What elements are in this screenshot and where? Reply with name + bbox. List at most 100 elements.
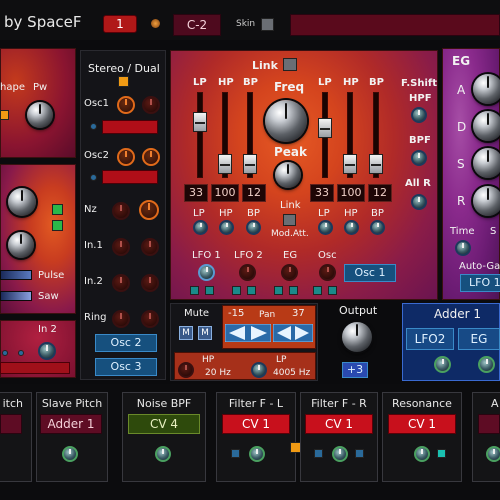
skin-toggle[interactable] [261, 18, 274, 31]
osc2-bar [102, 170, 158, 184]
eg-d-knob[interactable] [473, 111, 500, 141]
route-led-6[interactable] [289, 286, 298, 295]
a-knob[interactable] [486, 446, 500, 462]
filter-r-led-2[interactable] [355, 449, 364, 458]
bp-knob-label-right: BP [371, 208, 384, 219]
bpf-knob[interactable] [411, 150, 427, 166]
link-toggle[interactable] [283, 58, 297, 71]
in2-led-1 [2, 350, 8, 356]
hp-knob-label-left: HP [219, 208, 233, 219]
mute-left-button[interactable]: M [179, 326, 193, 340]
stereo-dual-toggle[interactable] [118, 76, 129, 87]
route-led-8[interactable] [328, 286, 337, 295]
preset-number-display[interactable]: 1 [103, 15, 137, 33]
pan-right-arrow-icon[interactable] [273, 324, 313, 342]
osc1-button[interactable]: Osc 1 [344, 264, 396, 282]
in2-knob-2[interactable] [141, 274, 159, 292]
filter-l-title: Filter F - L [228, 397, 284, 410]
lp-mod-knob-right[interactable] [318, 220, 333, 235]
hp-slider-right[interactable] [343, 154, 357, 174]
lp-slider-right[interactable] [318, 118, 332, 138]
osc-left-led-1[interactable] [52, 204, 63, 215]
pulse-switch[interactable] [0, 270, 32, 280]
hp-slider-left[interactable] [218, 154, 232, 174]
eg-time-knob[interactable] [455, 240, 471, 256]
osc-left-knob-2[interactable] [8, 232, 34, 258]
link2-toggle[interactable] [283, 214, 296, 226]
osc-mod-knob[interactable] [319, 264, 336, 281]
slave-pitch-display[interactable]: Adder 1 [40, 414, 102, 434]
hpf-label: HPF [409, 93, 432, 104]
osc-left-knob-1[interactable] [8, 188, 36, 216]
osc3-button[interactable]: Osc 3 [95, 358, 157, 376]
note-display[interactable]: C-2 [173, 14, 221, 36]
filter-l-knob[interactable] [249, 446, 265, 462]
hp-value: 20 Hz [205, 368, 231, 378]
a-display[interactable] [478, 414, 500, 434]
bp-slider-left[interactable] [243, 154, 257, 174]
hp-cut-knob[interactable] [178, 362, 194, 378]
filter-r-knob[interactable] [332, 446, 348, 462]
pan-left-arrow-icon[interactable] [225, 324, 271, 342]
route-led-1[interactable] [190, 286, 199, 295]
bp-slider-right[interactable] [369, 154, 383, 174]
noise-bpf-display[interactable]: CV 4 [128, 414, 200, 434]
noise-bpf-knob[interactable] [155, 446, 171, 462]
in2-knob-1[interactable] [112, 274, 130, 292]
lp-cut-knob[interactable] [251, 362, 267, 378]
filter-l-display[interactable]: CV 1 [222, 414, 290, 434]
adder-eg-button[interactable]: EG [458, 328, 500, 350]
osc1-knob-2[interactable] [142, 96, 160, 114]
allr-knob[interactable] [411, 194, 427, 210]
adder-knob-1[interactable] [434, 356, 451, 373]
lfo1-mod-knob[interactable] [198, 264, 215, 281]
filter-l-led[interactable] [231, 449, 240, 458]
eg-r-knob[interactable] [473, 186, 500, 216]
nz-knob-1[interactable] [112, 202, 130, 220]
osc1-knob-1[interactable] [117, 96, 135, 114]
bp-mod-knob-left[interactable] [246, 220, 261, 235]
eg-s-knob[interactable] [473, 148, 500, 178]
osc-left-led-2[interactable] [52, 220, 63, 231]
in2-knob[interactable] [38, 342, 56, 360]
osc2-knob-1[interactable] [117, 148, 135, 166]
route-led-5[interactable] [274, 286, 283, 295]
resonance-knob[interactable] [414, 446, 430, 462]
nz-knob-2[interactable] [139, 200, 159, 220]
freq-knob[interactable] [265, 100, 307, 142]
route-led-3[interactable] [232, 286, 241, 295]
osc2-knob-2[interactable] [142, 148, 160, 166]
osc2-button[interactable]: Osc 2 [95, 334, 157, 352]
eg-mod-knob[interactable] [281, 264, 298, 281]
lp-mod-knob-left[interactable] [193, 220, 208, 235]
adder-lfo2-button[interactable]: LFO2 [406, 328, 454, 350]
lp-slider-left[interactable] [193, 112, 207, 132]
route-led-4[interactable] [247, 286, 256, 295]
shape-toggle[interactable] [0, 110, 9, 120]
ring-knob-2[interactable] [141, 310, 159, 328]
in1-knob-1[interactable] [112, 238, 130, 256]
in1-knob-2[interactable] [141, 238, 159, 256]
lfo2-mod-knob[interactable] [239, 264, 256, 281]
resonance-led[interactable] [437, 449, 446, 458]
resonance-display[interactable]: CV 1 [388, 414, 456, 434]
filter-r-led[interactable] [314, 449, 323, 458]
pw-knob[interactable] [27, 102, 53, 128]
eg-a-knob[interactable] [473, 74, 500, 104]
hpf-knob[interactable] [411, 107, 427, 123]
peak-knob[interactable] [275, 162, 301, 188]
output-knob[interactable] [342, 322, 372, 352]
route-led-2[interactable] [205, 286, 214, 295]
bp-mod-knob-right[interactable] [370, 220, 385, 235]
saw-switch[interactable] [0, 291, 32, 301]
hp-mod-knob-right[interactable] [344, 220, 359, 235]
slave-pitch-knob[interactable] [62, 446, 78, 462]
hp-mod-knob-left[interactable] [219, 220, 234, 235]
pitch-display[interactable] [0, 414, 22, 434]
ring-knob-1[interactable] [112, 310, 130, 328]
mute-right-button[interactable]: M [198, 326, 212, 340]
eg-lfo-display[interactable]: LFO 1 [460, 274, 500, 292]
filter-r-display[interactable]: CV 1 [305, 414, 373, 434]
route-led-7[interactable] [313, 286, 322, 295]
adder-knob-2[interactable] [478, 356, 495, 373]
